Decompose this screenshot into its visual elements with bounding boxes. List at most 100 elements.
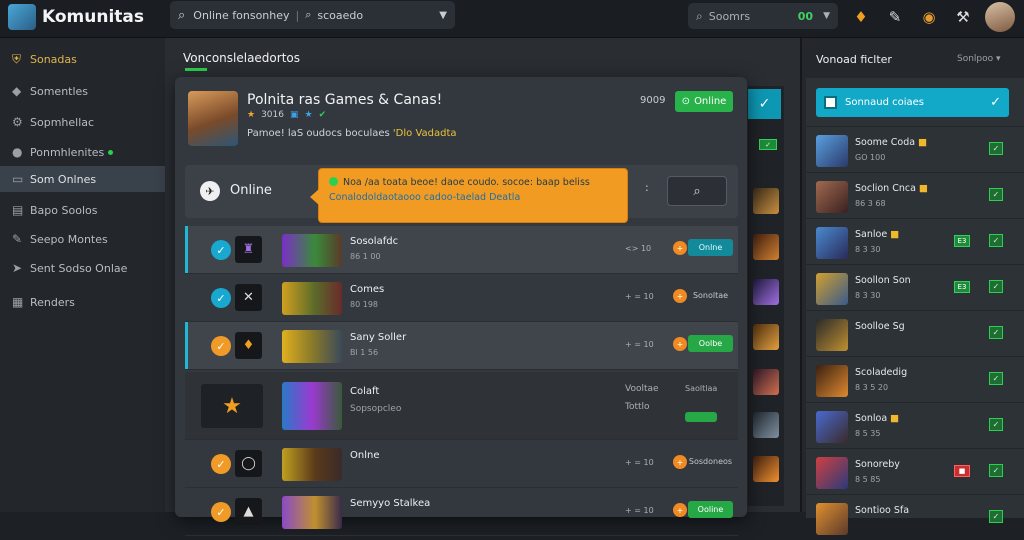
add-icon[interactable]: + — [673, 503, 687, 517]
add-icon[interactable]: + — [673, 337, 687, 351]
check-icon[interactable]: ✓ — [748, 89, 781, 119]
table-row[interactable]: ✓ ♦ Sany Soller Bl 1 56 + = 10 + Oolbe — [185, 322, 738, 370]
chevron-down-icon: ▾ — [996, 54, 1001, 64]
add-icon[interactable]: + — [673, 455, 687, 469]
check-circle-icon[interactable]: ✓ — [211, 240, 231, 260]
sidebar-item-8[interactable]: ▦ Renders — [0, 289, 165, 315]
pending-circle-icon[interactable]: ✓ — [211, 336, 231, 356]
search-filter-value[interactable]: scoaedo — [317, 9, 363, 22]
list-item[interactable]: Soome Coda ■ GO 100 ✓ — [806, 126, 1024, 172]
game-icon: ✕ — [235, 284, 262, 311]
tooltip-line-2: Conalodoldaotaooo cadoo-taelad Deatla — [329, 192, 521, 203]
sidebar-item-4[interactable]: ▭ Som Onlnes — [0, 166, 165, 192]
checkbox[interactable] — [824, 96, 837, 109]
chevron-down-icon[interactable]: ▼ — [823, 11, 830, 21]
row-sub: Bl 1 56 — [350, 348, 379, 357]
secondary-search-value: 00 — [797, 9, 814, 23]
chevron-down-icon[interactable]: ▼ — [439, 10, 447, 21]
check-circle-icon[interactable]: ✓ — [211, 288, 231, 308]
status-check-icon[interactable]: ✓ — [989, 464, 1003, 477]
filter-menu-dots[interactable]: : — [645, 181, 649, 194]
sidebar-item-label: Sonadas — [30, 52, 77, 66]
table-row[interactable]: ✓ ◯ Onlne + = 10 + Sosdoneos — [185, 440, 738, 488]
game-icon: ◯ — [235, 450, 262, 477]
sidebar-item-6[interactable]: ✎ Seepo Montes — [0, 226, 165, 252]
table-row[interactable]: ✓ ♜ Sosolafdc 86 1 00 <> 10 + Onlne — [185, 226, 738, 274]
row-meta: + = 10 — [625, 292, 654, 301]
game-thumbnail — [282, 282, 342, 315]
top-bar: Komunitas ⌕ Online fonsonhey | ⌕ scoaedo… — [0, 0, 1024, 38]
table-row[interactable]: ✓ ✕ Comes 80 198 + = 10 + Sonoltae — [185, 274, 738, 322]
sidebar-item-0[interactable]: ⛨ Sonadas — [0, 46, 165, 72]
list-item[interactable]: Sontioo Sfa ✓ — [806, 494, 1024, 540]
game-icon: ♦ — [235, 332, 262, 359]
main-search-bar[interactable]: ⌕ Online fonsonhey | ⌕ scoaedo ▼ — [170, 1, 455, 29]
list-item[interactable]: Scoladedig 8 3 5 20 ✓ — [806, 356, 1024, 402]
row-action-button[interactable]: Ooline — [688, 501, 733, 518]
add-icon[interactable]: + — [673, 241, 687, 255]
pen-icon[interactable]: ✎ — [884, 6, 906, 28]
sidebar-item-7[interactable]: ➤ Sent Sodso Onlae — [0, 255, 165, 281]
sidebar-item-1[interactable]: ◆ Somentles — [0, 78, 165, 104]
row-meta: <> 10 — [625, 244, 652, 253]
pending-circle-icon[interactable]: ✓ — [211, 454, 231, 474]
sidebar-item-2[interactable]: ⚙ Sopmhellac — [0, 109, 165, 135]
game-thumbnail — [282, 330, 342, 363]
pending-circle-icon[interactable]: ✓ — [211, 502, 231, 522]
row-action-button[interactable]: Sonoltae — [688, 287, 733, 304]
status-check-icon[interactable]: ✓ — [989, 280, 1003, 293]
status-check-icon[interactable]: ✓ — [989, 188, 1003, 201]
avatar[interactable] — [985, 2, 1015, 32]
secondary-search[interactable]: ⌕ Soomrs 00 ▼ — [688, 3, 838, 29]
row-sub: 80 198 — [350, 300, 378, 309]
row-action-button[interactable]: Sosdoneos — [688, 453, 733, 470]
list-item[interactable]: Sanloe ■ 8 3 30 E3 ✓ — [806, 218, 1024, 264]
list-item[interactable]: Sonoreby 8 5 85 ■ ✓ — [806, 448, 1024, 494]
sidebar-item-label: Seepo Montes — [30, 232, 108, 246]
add-icon[interactable]: + — [673, 289, 687, 303]
row-action-button[interactable]: Oolbe — [688, 335, 733, 352]
status-check-icon[interactable]: ✓ — [989, 234, 1003, 247]
filter-label: Online — [230, 183, 272, 198]
row-action-button[interactable]: Onlne — [688, 239, 733, 256]
list-item[interactable]: Soolloe Sg ✓ — [806, 310, 1024, 356]
app-logo[interactable] — [8, 4, 36, 30]
search-input[interactable]: Online fonsonhey — [193, 9, 289, 22]
tools-icon[interactable]: ⚒ — [952, 6, 974, 28]
game-icon: ♜ — [235, 236, 262, 263]
selected-filter-bar[interactable]: Sonnaud coiaes ✓ — [816, 88, 1009, 117]
sidebar-item-label: Renders — [30, 295, 75, 309]
fire-icon[interactable]: ♦ — [850, 6, 872, 28]
table-row[interactable]: ★ Colaft Sopsopcleo Vooltae Tottlo Saolt… — [185, 372, 738, 440]
sort-dropdown[interactable]: Sonlpoo ▾ — [957, 54, 1001, 64]
book-icon: ▤ — [12, 203, 24, 217]
status-check-icon[interactable]: ✓ — [989, 326, 1003, 339]
bg-thumbnail — [753, 279, 779, 305]
sidebar-item-5[interactable]: ▤ Bapo Soolos — [0, 197, 165, 223]
list-item[interactable]: Sonloa ■ 8 5 35 ✓ — [806, 402, 1024, 448]
status-check-icon[interactable]: ✓ — [989, 418, 1003, 431]
game-thumbnail — [282, 448, 342, 481]
row-name: Sany Soller — [350, 332, 407, 343]
search-button[interactable]: ⌕ — [667, 176, 727, 206]
avatar — [816, 411, 848, 443]
star-outline-icon: ★ — [304, 110, 313, 120]
bg-thumbnail — [753, 234, 779, 260]
monitor-icon: ▭ — [12, 172, 24, 186]
table-row[interactable]: ✓ ▲ Semyyo Stalkea + = 10 + Ooline — [185, 488, 738, 536]
row-meta: + = 10 — [625, 506, 654, 515]
status-check-icon[interactable]: ✓ — [989, 142, 1003, 155]
list-item-name: Sonloa ■ — [855, 413, 900, 424]
row-meta-right: Saoltlaa — [685, 384, 718, 393]
game-detail-panel: Polnita ras Games & Canas! ★ 3016 ▣ ★ ✔ … — [175, 77, 747, 536]
status-check-icon[interactable]: ✓ — [989, 372, 1003, 385]
online-button[interactable]: ⊙ Online — [675, 91, 733, 112]
list-item[interactable]: Soclion Cnca ■ 86 3 68 ✓ — [806, 172, 1024, 218]
right-panel-title: Vonoad ficlter — [816, 53, 892, 66]
secondary-search-input[interactable]: Soomrs — [709, 10, 750, 23]
sidebar-item-3[interactable]: ● Ponmhlenites — [0, 139, 165, 165]
panel-desc-link[interactable]: 'Dlo Vadadta — [393, 128, 457, 139]
profile-badge-icon[interactable]: ◉ — [918, 6, 940, 28]
panel-description: Pamoe! laS oudocs boculaes 'Dlo Vadadta — [247, 128, 457, 139]
list-item[interactable]: Soollon Son 8 3 30 E3 ✓ — [806, 264, 1024, 310]
